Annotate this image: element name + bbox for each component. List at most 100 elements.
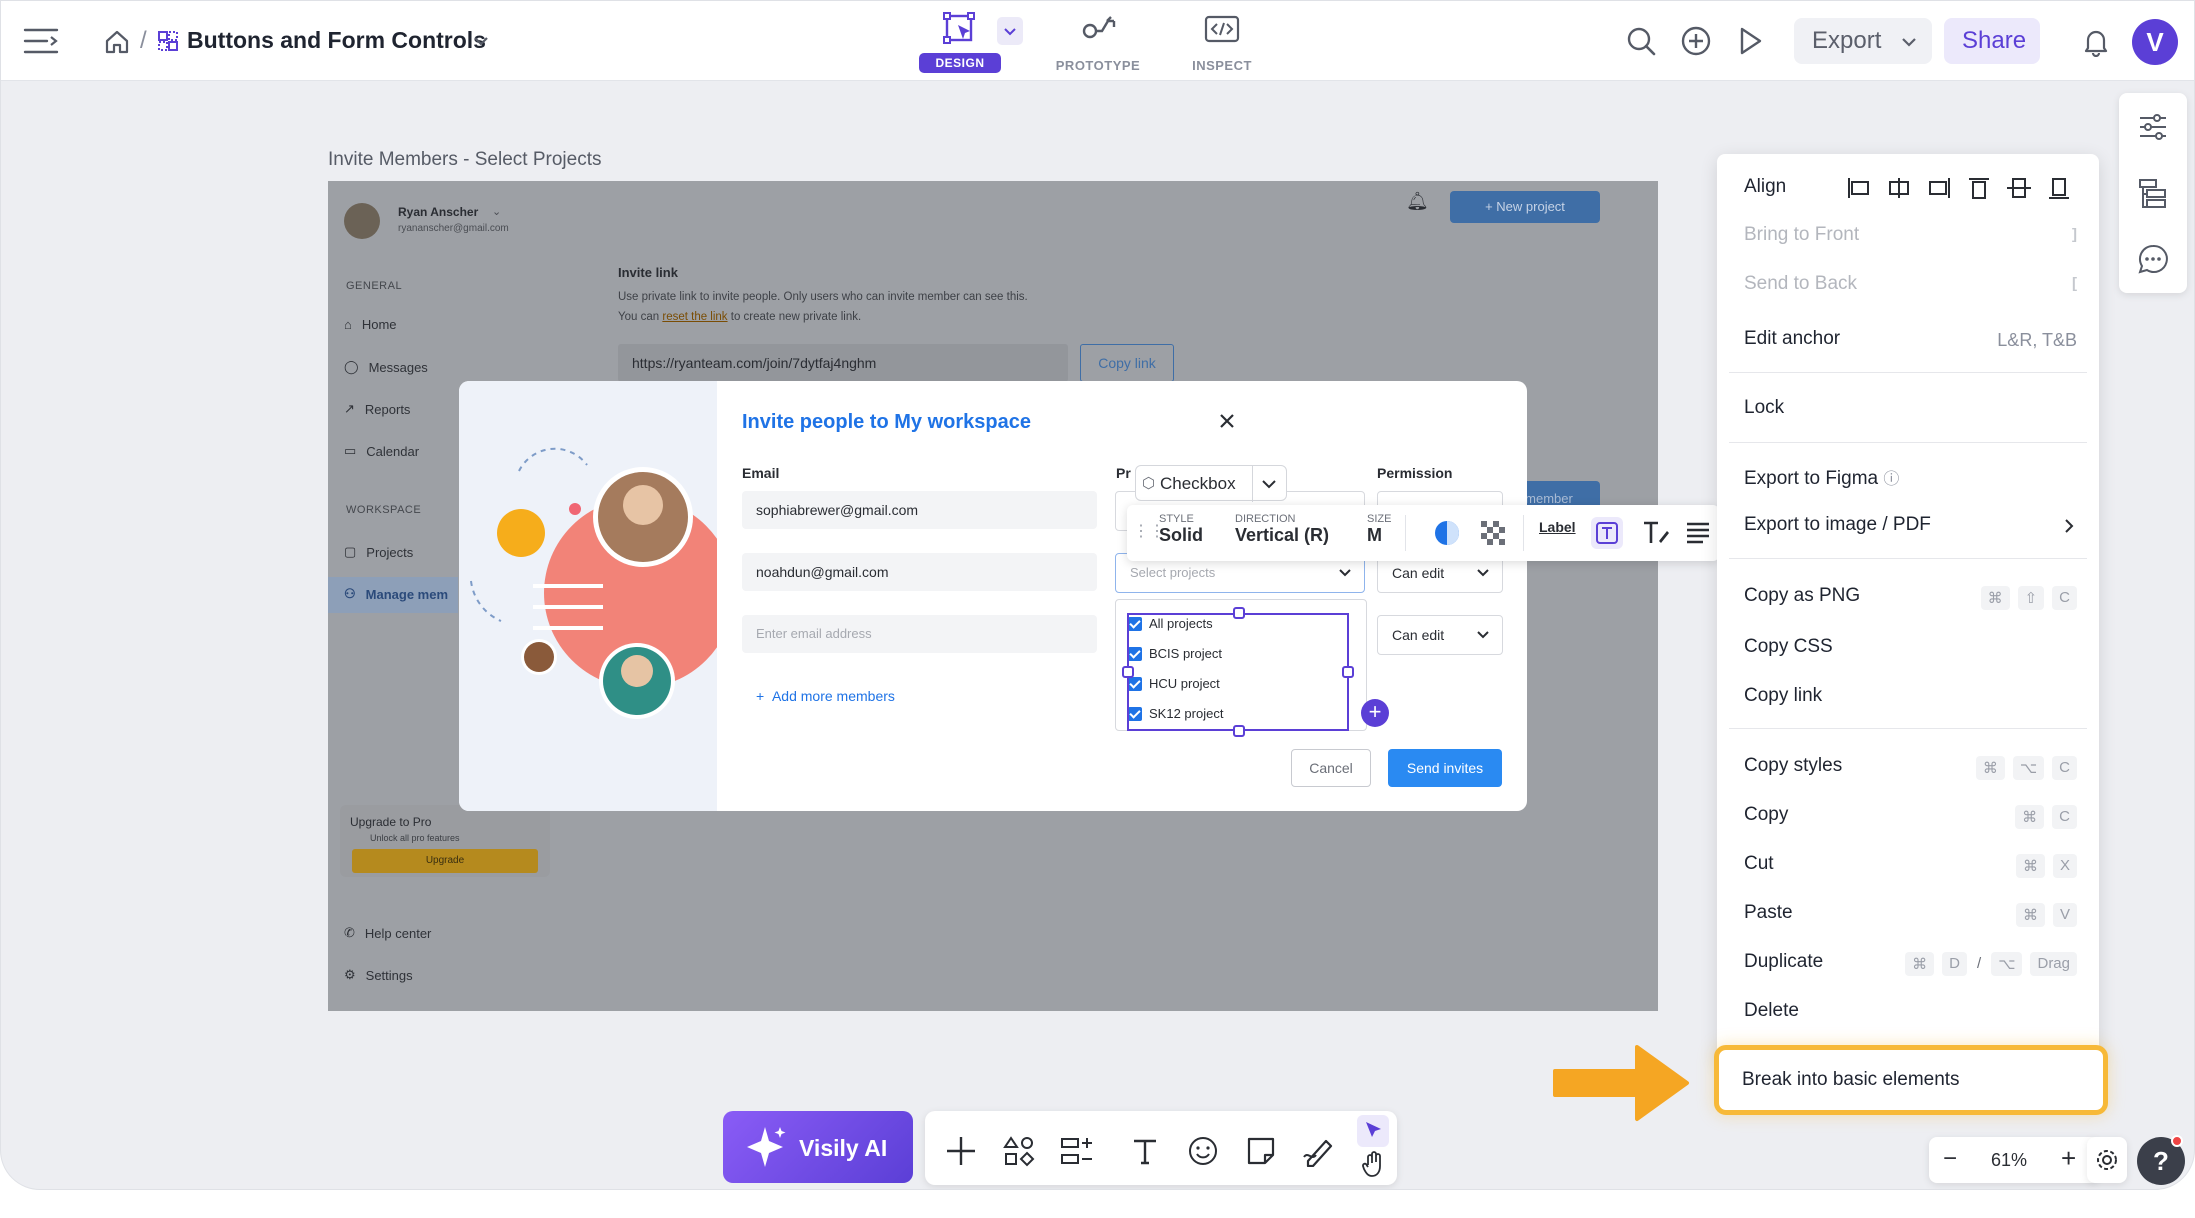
size-control[interactable]: SIZE M	[1367, 513, 1391, 546]
menu-copy-css[interactable]: Copy CSS	[1744, 636, 1833, 658]
key-cmd: ⌘	[2015, 805, 2045, 829]
email-field[interactable]: sophiabrewer@gmail.com	[742, 491, 1097, 529]
tab-design-label: DESIGN	[919, 53, 1001, 73]
align-top-icon[interactable]	[1965, 176, 1993, 200]
sidebar-item-manage-members[interactable]: ⚇ Manage mem	[344, 586, 448, 602]
menu-paste[interactable]: Paste	[1744, 902, 1793, 924]
hand-icon[interactable]	[1359, 1149, 1389, 1179]
style-control[interactable]: STYLE Solid	[1159, 513, 1203, 546]
email-field-empty[interactable]: Enter email address	[742, 615, 1097, 653]
label-toggle[interactable]: Label	[1539, 519, 1576, 535]
close-icon[interactable]	[1215, 409, 1239, 433]
reset-link[interactable]: reset the link	[662, 311, 727, 323]
frame-title[interactable]: Invite Members - Select Projects	[328, 149, 601, 171]
sidebar-item-settings[interactable]: ⚙ Settings	[344, 967, 413, 983]
mode-dropdown-button[interactable]	[997, 17, 1023, 45]
invite-link-field[interactable]: https://ryanteam.com/join/7dytfaj4nghm	[618, 344, 1068, 382]
components-icon[interactable]	[1057, 1131, 1097, 1171]
shortcut-key: [	[2072, 275, 2077, 292]
zoom-out-button[interactable]: −	[1943, 1145, 1957, 1173]
shapes-icon[interactable]	[999, 1131, 1039, 1171]
settings-button[interactable]	[2087, 1137, 2127, 1183]
sidebar-item-messages[interactable]: ◯ Messages	[344, 359, 428, 375]
resize-handle[interactable]	[1233, 725, 1245, 737]
menu-send-to-back[interactable]: Send to Back	[1744, 273, 1857, 295]
menu-icon[interactable]	[21, 21, 61, 61]
sliders-icon[interactable]	[2137, 111, 2169, 143]
menu-duplicate[interactable]: Duplicate	[1744, 951, 1823, 973]
menu-bring-to-front[interactable]: Bring to Front	[1744, 224, 1859, 246]
new-project-button[interactable]: + New project	[1450, 191, 1600, 223]
sidebar-item-reports[interactable]: ↗ Reports	[344, 401, 410, 417]
tab-prototype[interactable]: PROTOTYPE	[1043, 9, 1153, 75]
search-icon[interactable]	[1621, 21, 1661, 61]
align-left-icon[interactable]	[1845, 176, 1873, 200]
menu-copy-styles[interactable]: Copy styles	[1744, 755, 1842, 777]
menu-cut[interactable]: Cut	[1744, 853, 1774, 875]
text-tool-icon[interactable]	[1125, 1131, 1165, 1171]
resize-handle[interactable]	[1342, 666, 1354, 678]
tab-inspect[interactable]: INSPECT	[1167, 9, 1277, 75]
align-text-icon[interactable]	[1685, 521, 1711, 545]
comment-icon[interactable]	[2137, 243, 2169, 275]
text-format-icon[interactable]	[1641, 519, 1671, 547]
resize-handle[interactable]	[1122, 666, 1134, 678]
menu-export-image[interactable]: Export to image / PDF	[1744, 514, 1931, 536]
key-c: C	[2052, 586, 2077, 610]
direction-control[interactable]: DIRECTION Vertical (R)	[1235, 513, 1329, 546]
share-button[interactable]: Share	[1944, 18, 2040, 64]
zoom-in-button[interactable]: +	[2061, 1143, 2076, 1174]
menu-delete[interactable]: Delete	[1744, 1000, 1799, 1022]
menu-edit-anchor[interactable]: Edit anchor	[1744, 328, 1840, 350]
sidebar-item-projects[interactable]: ▢ Projects	[344, 544, 413, 560]
menu-lock[interactable]: Lock	[1744, 397, 1784, 419]
visily-ai-label: Visily AI	[799, 1135, 888, 1161]
resize-handle[interactable]	[1233, 607, 1245, 619]
send-invites-button[interactable]: Send invites	[1388, 749, 1502, 787]
sidebar-item-home[interactable]: ⌂ Home	[344, 317, 397, 332]
add-icon[interactable]	[941, 1131, 981, 1171]
align-buttons	[1845, 176, 2073, 200]
sticky-note-icon[interactable]	[1241, 1131, 1281, 1171]
breadcrumb-title[interactable]: Buttons and Form Controls	[187, 27, 486, 54]
component-label[interactable]: ⬡ Checkbox	[1135, 465, 1287, 502]
sidebar-item-calendar[interactable]: ▭ Calendar	[344, 443, 419, 459]
pen-icon[interactable]	[1299, 1131, 1339, 1171]
menu-copy-png[interactable]: Copy as PNG	[1744, 585, 1860, 607]
menu-copy-link[interactable]: Copy link	[1744, 685, 1822, 707]
add-item-button[interactable]: +	[1361, 699, 1389, 727]
align-center-v-icon[interactable]	[2005, 176, 2033, 200]
align-center-h-icon[interactable]	[1885, 176, 1913, 200]
add-circle-icon[interactable]	[1676, 21, 1716, 61]
selection-box[interactable]	[1127, 613, 1349, 731]
select-tool-button[interactable]	[1357, 1115, 1389, 1147]
play-icon[interactable]	[1730, 21, 1770, 61]
align-bottom-icon[interactable]	[2045, 176, 2073, 200]
copy-link-button[interactable]: Copy link	[1080, 344, 1174, 382]
transparency-icon[interactable]	[1479, 519, 1507, 547]
permission-select[interactable]: Can edit	[1377, 615, 1503, 655]
sidebar-item-help[interactable]: ✆ Help center	[344, 925, 431, 941]
text-style-button[interactable]	[1591, 517, 1623, 549]
color-fill-icon[interactable]	[1433, 519, 1461, 547]
anchor-value: L&R, T&B	[1997, 330, 2077, 350]
export-button[interactable]: Export	[1794, 18, 1932, 64]
home-icon[interactable]	[97, 22, 137, 62]
layers-icon[interactable]	[2137, 177, 2169, 209]
menu-copy[interactable]: Copy	[1744, 804, 1788, 826]
add-more-members-link[interactable]: + Add more members	[756, 688, 895, 704]
align-right-icon[interactable]	[1925, 176, 1953, 200]
emoji-icon[interactable]	[1183, 1131, 1223, 1171]
visily-ai-button[interactable]: Visily AI	[723, 1111, 913, 1183]
avatar[interactable]: V	[2132, 19, 2178, 65]
bell-icon[interactable]	[2076, 22, 2116, 62]
bell-icon[interactable]: 🔔︎	[1406, 191, 1429, 212]
menu-break-into-basic-elements[interactable]: Break into basic elements	[1714, 1045, 2108, 1115]
cancel-button[interactable]: Cancel	[1291, 749, 1371, 787]
email-field[interactable]: noahdun@gmail.com	[742, 553, 1097, 591]
chevron-down-icon[interactable]	[471, 31, 491, 51]
zoom-level[interactable]: 61%	[1991, 1150, 2027, 1171]
upgrade-button[interactable]: Upgrade	[352, 849, 538, 873]
menu-export-figma[interactable]: Export to Figma ⓘ	[1744, 465, 1899, 490]
chevron-down-icon[interactable]: ⌄	[492, 205, 501, 218]
